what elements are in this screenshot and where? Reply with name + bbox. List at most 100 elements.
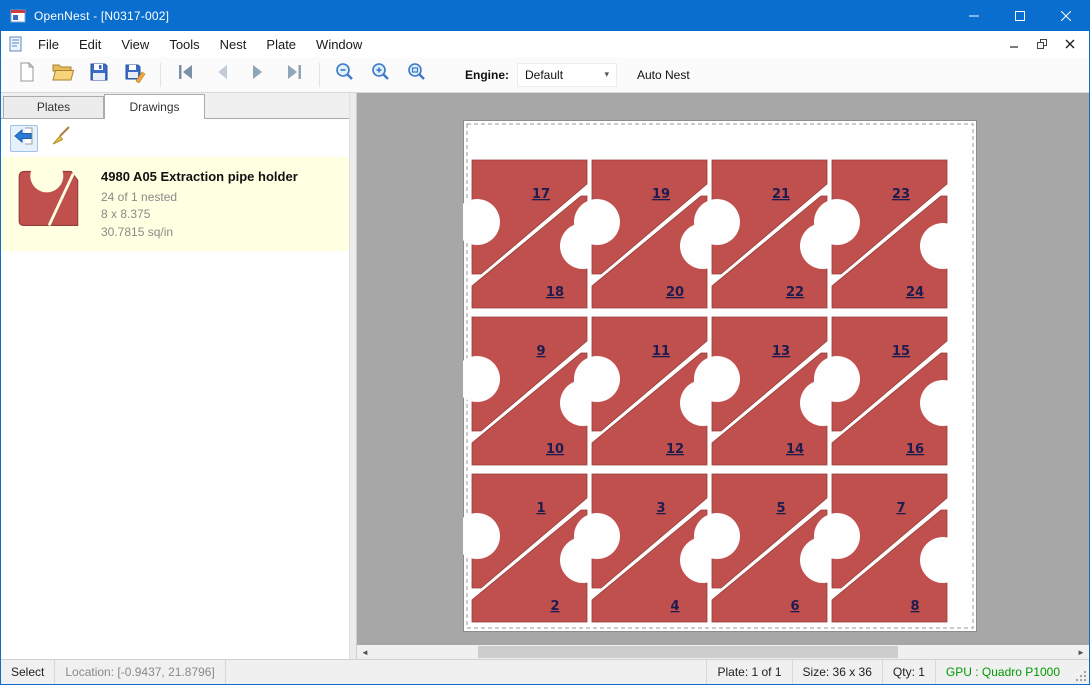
go-last-icon: [283, 61, 305, 88]
sidebar: Plates Drawings: [1, 93, 349, 659]
pipe-hole: [694, 356, 740, 402]
go-next-icon: [247, 61, 269, 88]
mdi-restore-button[interactable]: [1029, 34, 1055, 54]
menu-window[interactable]: Window: [306, 31, 372, 57]
go-next-button[interactable]: [240, 60, 276, 90]
part-number: 8: [910, 599, 919, 614]
part-number: 6: [790, 599, 799, 614]
mode-status: Select: [1, 660, 55, 684]
pipe-hole: [574, 199, 620, 245]
minimize-button[interactable]: [951, 1, 997, 31]
menu-bar: FileEditViewToolsNestPlateWindow: [1, 31, 1089, 57]
plate-status: Plate: 1 of 1: [706, 660, 791, 684]
pipe-hole: [574, 513, 620, 559]
drawings-panel: 4980 A05 Extraction pipe holder 24 of 1 …: [1, 118, 349, 659]
mdi-close-button[interactable]: [1057, 34, 1083, 54]
main-toolbar: Engine: Default ▾ Auto Nest: [1, 57, 1089, 93]
tab-plates[interactable]: Plates: [3, 96, 104, 118]
menu-nest[interactable]: Nest: [210, 31, 257, 57]
part-number: 5: [776, 501, 785, 516]
menu-edit[interactable]: Edit: [69, 31, 111, 57]
zoom-in-icon: [370, 61, 392, 88]
go-previous-button[interactable]: [204, 60, 240, 90]
sidebar-tabs: Plates Drawings: [1, 93, 349, 118]
save-as-button[interactable]: [117, 60, 153, 90]
part-number: 16: [906, 442, 924, 457]
horizontal-scrollbar[interactable]: ◄ ►: [357, 645, 1089, 659]
toolbar-separator: [160, 63, 161, 87]
plate-sheet[interactable]: 171819202122232491011121314151612345678: [463, 120, 977, 637]
part-number: 9: [536, 344, 545, 359]
drawing-title: 4980 A05 Extraction pipe holder: [101, 169, 298, 184]
menu-file[interactable]: File: [28, 31, 69, 57]
drawing-area: 30.7815 sq/in: [101, 224, 298, 241]
go-previous-icon: [211, 61, 233, 88]
open-file-button[interactable]: [45, 60, 81, 90]
part-number: 21: [772, 187, 790, 202]
pipe-hole: [920, 537, 966, 583]
pipe-hole: [814, 513, 860, 559]
go-first-button[interactable]: [168, 60, 204, 90]
return-part-icon: [13, 125, 35, 152]
part-thumbnail: [13, 167, 85, 231]
auto-nest-button[interactable]: Auto Nest: [637, 68, 690, 82]
location-status: Location: [-0.9437, 21.8796]: [55, 660, 225, 684]
clean-button[interactable]: [47, 125, 75, 152]
go-last-button[interactable]: [276, 60, 312, 90]
zoom-out-button[interactable]: [327, 60, 363, 90]
pipe-hole: [920, 223, 966, 269]
menu-plate[interactable]: Plate: [256, 31, 306, 57]
save-icon: [88, 61, 110, 88]
drawing-nested-count: 24 of 1 nested: [101, 189, 298, 206]
return-part-button[interactable]: [10, 125, 38, 152]
part-number: 23: [892, 187, 910, 202]
main-area: Plates Drawings: [1, 93, 1089, 659]
broom-icon: [50, 125, 72, 152]
panel-splitter[interactable]: [349, 93, 357, 659]
status-bar: Select Location: [-0.9437, 21.8796] Plat…: [1, 659, 1089, 684]
menu-view[interactable]: View: [111, 31, 159, 57]
part-number: 15: [892, 344, 910, 359]
close-button[interactable]: [1043, 1, 1089, 31]
scroll-thumb[interactable]: [478, 646, 898, 658]
engine-select[interactable]: Default ▾: [517, 63, 617, 87]
scroll-right-arrow[interactable]: ►: [1073, 645, 1089, 659]
scroll-track[interactable]: [373, 645, 1073, 659]
gpu-status: GPU : Quadro P1000: [935, 660, 1070, 684]
save-edit-icon: [124, 61, 146, 88]
zoom-out-icon: [334, 61, 356, 88]
part-number: 13: [772, 344, 790, 359]
save-button[interactable]: [81, 60, 117, 90]
go-first-icon: [175, 61, 197, 88]
mdi-minimize-button[interactable]: [1001, 34, 1027, 54]
drawing-list-item[interactable]: 4980 A05 Extraction pipe holder 24 of 1 …: [1, 157, 349, 251]
window-controls: [951, 1, 1089, 31]
part-number: 18: [546, 285, 564, 300]
part-number: 7: [896, 501, 905, 516]
menu-items: FileEditViewToolsNestPlateWindow: [28, 31, 372, 57]
app-window: OpenNest - [N0317-002] FileEditViewTools…: [0, 0, 1090, 685]
nest-canvas[interactable]: 171819202122232491011121314151612345678 …: [357, 93, 1089, 659]
part-number: 4: [670, 599, 679, 614]
scroll-left-arrow[interactable]: ◄: [357, 645, 373, 659]
pipe-hole: [694, 199, 740, 245]
zoom-fit-button[interactable]: [399, 60, 435, 90]
tab-drawings[interactable]: Drawings: [104, 94, 205, 119]
part-number: 1: [536, 501, 545, 516]
zoom-fit-icon: [406, 61, 428, 88]
app-icon: [10, 8, 26, 24]
window-title: OpenNest - [N0317-002]: [34, 9, 169, 23]
mdi-window-controls: [1001, 34, 1089, 54]
toolbar-separator: [319, 63, 320, 87]
drawing-meta: 4980 A05 Extraction pipe holder 24 of 1 …: [101, 167, 298, 241]
menu-tools[interactable]: Tools: [159, 31, 209, 57]
part-number: 3: [656, 501, 665, 516]
zoom-in-button[interactable]: [363, 60, 399, 90]
statusbar-spacer: [226, 660, 707, 684]
new-file-button[interactable]: [9, 60, 45, 90]
part-number: 14: [786, 442, 804, 457]
resize-grip[interactable]: [1070, 660, 1089, 684]
maximize-button[interactable]: [997, 1, 1043, 31]
pipe-hole: [694, 513, 740, 559]
part-number: 20: [666, 285, 684, 300]
